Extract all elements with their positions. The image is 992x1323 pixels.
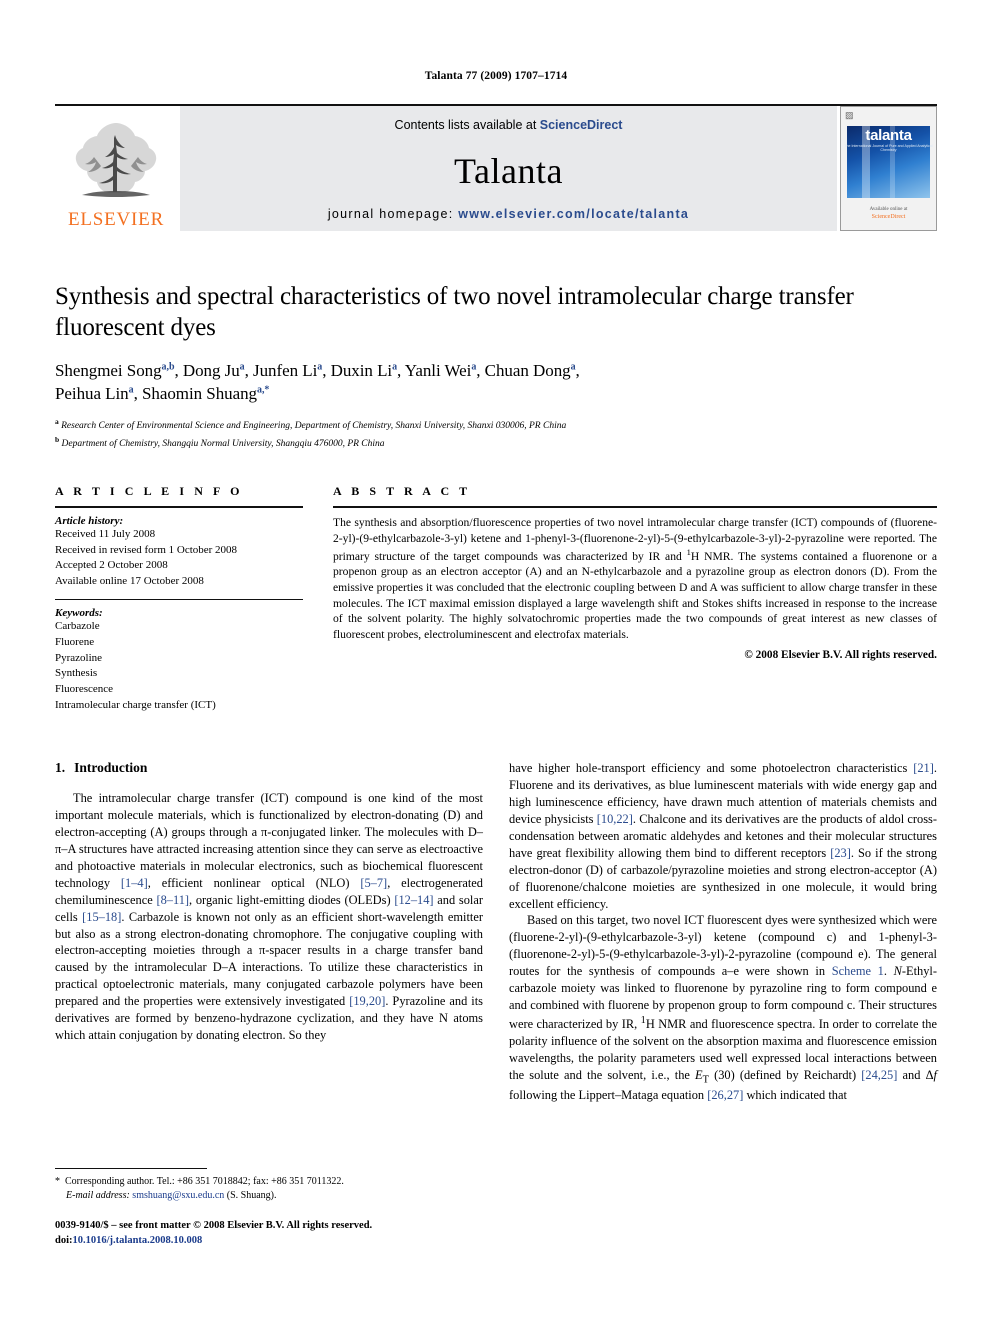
email-owner: (S. Shuang). (226, 1190, 277, 1201)
contents-prefix: Contents lists available at (394, 118, 540, 132)
article-info-rule (55, 506, 303, 509)
section-number: 1. (55, 760, 66, 776)
abstract-rule (333, 506, 937, 509)
journal-homepage-link[interactable]: www.elsevier.com/locate/talanta (458, 207, 689, 221)
cover-footer: Available online at ScienceDirect (841, 198, 936, 230)
info-abstract-section: A R T I C L E I N F O Article history: R… (55, 484, 937, 715)
doi-link[interactable]: 10.1016/j.talanta.2008.10.008 (73, 1235, 203, 1246)
cover-placeholder-icon: ▨ (845, 110, 854, 120)
article-history-label: Article history: (55, 515, 124, 528)
history-item: Received in revised form 1 October 2008 (55, 543, 238, 556)
article-info-column: A R T I C L E I N F O Article history: R… (55, 484, 303, 715)
intro-paragraph-right-2: Based on this target, two novel ICT fluo… (509, 913, 937, 1103)
journal-title: Talanta (454, 151, 563, 191)
intro-paragraph-right-cont: have higher hole-transport efficiency an… (509, 761, 938, 911)
article-history-block: Article history: Received 11 July 2008 R… (55, 515, 303, 589)
imprint-block: 0039-9140/$ – see front matter © 2008 El… (55, 1218, 515, 1248)
sciencedirect-link[interactable]: ScienceDirect (540, 118, 623, 132)
section-title: Introduction (74, 760, 148, 776)
cover-footer-line-2: ScienceDirect (871, 214, 906, 221)
cover-journal-subtitle: The International Journal of Pure and Ap… (844, 144, 933, 152)
title-block: Synthesis and spectral characteristics o… (55, 281, 937, 451)
homepage-label: journal homepage: (327, 207, 454, 221)
keyword-item: Intramolecular charge transfer (ICT) (55, 698, 216, 711)
journal-article-page: Talanta 77 (2009) 1707–1714 ELSEVIER Con… (0, 0, 992, 1323)
history-item: Available online 17 October 2008 (55, 574, 204, 587)
keyword-item: Pyrazoline (55, 651, 103, 664)
contents-available-line: Contents lists available at ScienceDirec… (395, 118, 623, 132)
email-label: E-mail address: (66, 1190, 130, 1201)
keyword-item: Fluorescence (55, 682, 114, 695)
elsevier-tree-icon (75, 123, 157, 197)
section-heading-introduction: 1. Introduction (55, 760, 483, 776)
affiliation-a: a Research Center of Environmental Scien… (55, 417, 567, 432)
abstract-column: A B S T R A C T The synthesis and absorp… (333, 484, 937, 715)
imprint-line: 0039-9140/$ – see front matter © 2008 El… (55, 1220, 373, 1231)
affiliation-b: b Department of Chemistry, Shangqiu Norm… (55, 434, 385, 449)
abstract-copyright: © 2008 Elsevier B.V. All rights reserved… (744, 649, 937, 662)
author-line-2: Peihua Lina, Shaomin Shuanga,* (55, 383, 270, 403)
keyword-item: Carbazole (55, 620, 100, 633)
journal-masthead: ELSEVIER Contents lists available at Sci… (55, 104, 937, 231)
intro-paragraph-left: The intramolecular charge transfer (ICT)… (55, 791, 483, 1043)
cover-journal-title: talanta (865, 127, 912, 144)
keywords-list: Carbazole Fluorene Pyrazoline Synthesis … (55, 619, 303, 713)
author-line-1: Shengmei Songa,b, Dong Jua, Junfen Lia, … (55, 361, 580, 380)
doi-line: doi:10.1016/j.talanta.2008.10.008 (55, 1233, 515, 1248)
corresponding-author-text: Corresponding author. Tel.: +86 351 7018… (65, 1176, 344, 1187)
footnote-divider (55, 1168, 207, 1169)
doi-label: doi: (55, 1235, 73, 1247)
cover-footer-line-1: Available online at (869, 207, 908, 213)
elsevier-wordmark: ELSEVIER (67, 209, 165, 230)
journal-cover-thumbnail[interactable]: ▨ talanta The International Journal of P… (840, 106, 937, 231)
body-column-left: 1. Introduction The intramolecular charge… (55, 760, 483, 1104)
keyword-item: Fluorene (55, 636, 95, 649)
elsevier-logo: ELSEVIER (55, 106, 177, 231)
footnote-marker: * (55, 1176, 60, 1187)
author-list: Shengmei Songa,b, Dong Jua, Junfen Lia, … (55, 360, 937, 405)
keywords-block: Keywords: Carbazole Fluorene Pyrazoline … (55, 607, 303, 713)
corresponding-author-note: * Corresponding author. Tel.: +86 351 701… (55, 1175, 499, 1203)
abstract-text: The synthesis and absorption/fluorescenc… (333, 516, 937, 642)
keywords-rule (55, 599, 303, 601)
masthead-center-panel: Contents lists available at ScienceDirec… (177, 106, 840, 231)
email-link[interactable]: smshuang@sxu.edu.cn (132, 1190, 224, 1201)
keywords-label: Keywords: (55, 607, 103, 620)
history-item: Accepted 2 October 2008 (55, 559, 168, 572)
keyword-item: Synthesis (55, 667, 98, 680)
footnote-area: * Corresponding author. Tel.: +86 351 701… (55, 1168, 499, 1203)
history-item: Received 11 July 2008 (55, 528, 156, 541)
article-history-list: Received 11 July 2008 Received in revise… (55, 527, 303, 589)
page-title: Synthesis and spectral characteristics o… (55, 283, 854, 341)
running-head: Talanta 77 (2009) 1707–1714 (424, 70, 568, 82)
body-columns: 1. Introduction The intramolecular charge… (55, 760, 937, 1104)
affiliation-list: a Research Center of Environmental Scien… (55, 416, 937, 451)
abstract-heading: A B S T R A C T (333, 484, 471, 499)
body-column-right: have higher hole-transport efficiency an… (509, 760, 937, 1104)
journal-homepage-line: journal homepage: www.elsevier.com/locat… (328, 207, 689, 221)
article-info-heading: A R T I C L E I N F O (55, 484, 244, 499)
